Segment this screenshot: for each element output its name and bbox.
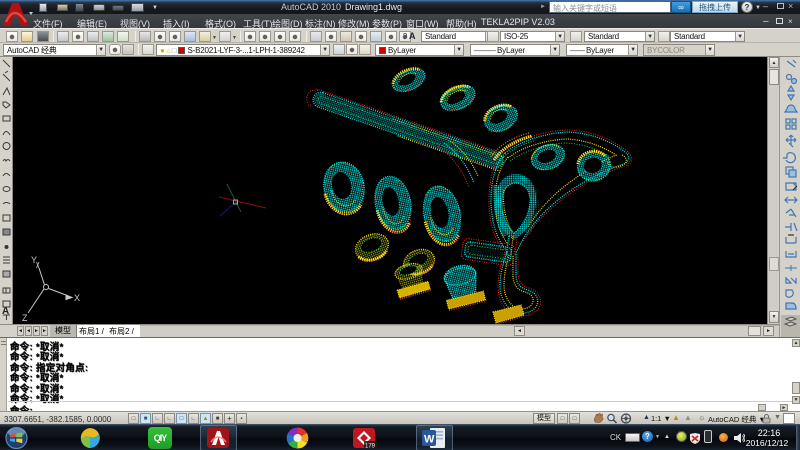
svg-text:179: 179 [365, 444, 376, 450]
svg-text:W: W [424, 434, 435, 446]
svg-text:A: A [2, 306, 9, 317]
svg-text:Z: Z [22, 313, 28, 323]
svg-text:X: X [74, 293, 80, 303]
svg-text:Y: Y [31, 255, 37, 265]
